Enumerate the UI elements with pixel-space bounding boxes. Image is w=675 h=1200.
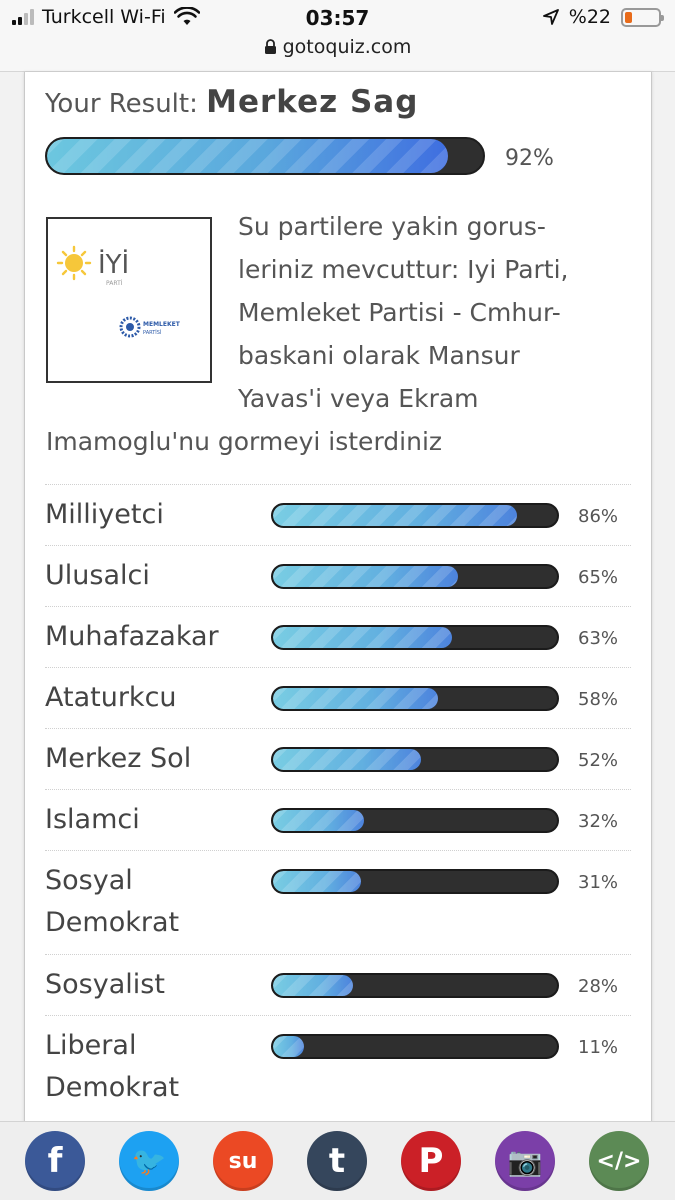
result-progress-bar bbox=[45, 137, 485, 175]
score-row: Liberal Demokrat 11% bbox=[45, 1015, 631, 1119]
status-right: %22 bbox=[542, 6, 664, 28]
score-bar-fill bbox=[273, 871, 362, 892]
score-bar-fill bbox=[273, 505, 518, 526]
score-percent: 86% bbox=[578, 506, 619, 527]
score-bar-fill bbox=[273, 975, 353, 996]
score-bar bbox=[271, 869, 559, 894]
tumblr-share-button[interactable]: t bbox=[307, 1131, 367, 1191]
facebook-share-button[interactable]: f bbox=[25, 1131, 85, 1191]
battery-icon bbox=[621, 7, 664, 27]
memleket-partisi-logo: MEMLEKET PARTİSİ bbox=[119, 316, 181, 338]
score-label: Ulusalci bbox=[45, 560, 150, 591]
score-percent: 52% bbox=[578, 750, 619, 771]
score-percent: 58% bbox=[578, 689, 619, 710]
score-bar-fill bbox=[273, 810, 364, 831]
score-label: Islamci bbox=[45, 804, 140, 835]
score-percent: 63% bbox=[578, 628, 619, 649]
lock-icon bbox=[264, 39, 276, 54]
score-label: Sosyalist bbox=[45, 969, 165, 1000]
score-row: Ataturkcu 58% bbox=[45, 667, 631, 728]
memleket-logo-sub: PARTİSİ bbox=[143, 329, 161, 336]
pinterest-share-button[interactable]: P bbox=[401, 1131, 461, 1191]
score-label: Muhafazakar bbox=[45, 621, 219, 652]
result-card: Your Result: Merkez Sag 92% İYİ PARTİ ME… bbox=[24, 72, 652, 1132]
score-bar bbox=[271, 564, 559, 589]
score-bar bbox=[271, 1034, 559, 1059]
score-bar bbox=[271, 808, 559, 833]
score-bar bbox=[271, 625, 559, 650]
score-row: Ulusalci 65% bbox=[45, 545, 631, 606]
score-label: Sosyal Demokrat bbox=[45, 860, 179, 944]
status-bar: Turkcell Wi-Fi 03:57 %22 gotoquiz.com bbox=[0, 0, 675, 72]
score-label-line: Sosyal bbox=[45, 865, 133, 896]
description-line: Memleket Partisi - Cmhur- bbox=[238, 298, 561, 327]
url-text: gotoquiz.com bbox=[282, 36, 412, 58]
score-row: Islamci 32% bbox=[45, 789, 631, 850]
embed-share-button[interactable]: </> bbox=[589, 1131, 649, 1191]
description-line: Imamoglu'nu gormeyi isterdiniz bbox=[46, 427, 443, 456]
score-label-line: Demokrat bbox=[45, 1072, 180, 1103]
result-percent: 92% bbox=[505, 146, 554, 171]
score-percent: 31% bbox=[578, 872, 619, 893]
result-name: Merkez Sag bbox=[206, 84, 419, 120]
description-line: baskani olarak Mansur bbox=[238, 341, 520, 370]
description-line: Su partilere yakin gorus- bbox=[238, 212, 546, 241]
twitter-share-button[interactable]: 🐦 bbox=[119, 1131, 179, 1191]
memleket-logo-text: MEMLEKET bbox=[143, 321, 181, 328]
pinterest-icon: P bbox=[418, 1141, 444, 1181]
score-bar bbox=[271, 503, 559, 528]
twitter-icon: 🐦 bbox=[131, 1144, 167, 1178]
stumbleupon-icon: su bbox=[228, 1148, 258, 1174]
score-bar-fill bbox=[273, 566, 458, 587]
stumbleupon-share-button[interactable]: su bbox=[213, 1131, 273, 1191]
result-progress-fill bbox=[47, 139, 449, 173]
score-percent: 11% bbox=[578, 1037, 619, 1058]
score-label-line: Liberal bbox=[45, 1030, 137, 1061]
tumblr-icon: t bbox=[328, 1141, 346, 1181]
score-percent: 65% bbox=[578, 567, 619, 588]
score-bar-fill bbox=[273, 1036, 305, 1057]
score-percent: 28% bbox=[578, 976, 619, 997]
party-logos: İYİ PARTİ MEMLEKET PARTİSİ bbox=[56, 245, 181, 338]
description-line: Yavas'i veya Ekram bbox=[238, 384, 479, 413]
facebook-icon: f bbox=[47, 1141, 63, 1181]
iyi-logo-text: İYİ bbox=[98, 248, 129, 280]
camera-icon: 📷 bbox=[507, 1144, 543, 1178]
score-list: Milliyetci 86% Ulusalci 65% Muhafazakar 63% At… bbox=[45, 484, 631, 1119]
score-row: Muhafazakar 63% bbox=[45, 606, 631, 667]
score-percent: 32% bbox=[578, 811, 619, 832]
score-label: Milliyetci bbox=[45, 499, 164, 530]
party-logos-image: İYİ PARTİ MEMLEKET PARTİSİ bbox=[46, 217, 212, 383]
share-bar: f 🐦 su t P 📷 </> bbox=[0, 1121, 675, 1200]
score-bar bbox=[271, 686, 559, 711]
description-line: leriniz mevcuttur: Iyi Parti, bbox=[238, 255, 569, 284]
screenshot-share-button[interactable]: 📷 bbox=[495, 1131, 555, 1191]
score-label-line: Demokrat bbox=[45, 907, 180, 938]
score-bar-fill bbox=[273, 749, 421, 770]
iyi-parti-logo: İYİ PARTİ bbox=[56, 245, 129, 287]
score-label: Merkez Sol bbox=[45, 743, 192, 774]
score-row: Sosyalist 28% bbox=[45, 954, 631, 1015]
score-bar-fill bbox=[273, 688, 438, 709]
battery-label: %22 bbox=[568, 6, 611, 28]
score-bar bbox=[271, 747, 559, 772]
score-row: Sosyal Demokrat 31% bbox=[45, 850, 631, 954]
score-row: Merkez Sol 52% bbox=[45, 728, 631, 789]
result-prefix: Your Result: bbox=[45, 89, 198, 119]
score-label: Liberal Demokrat bbox=[45, 1025, 179, 1109]
iyi-logo-sub: PARTİ bbox=[106, 280, 123, 287]
code-icon: </> bbox=[596, 1148, 642, 1174]
score-bar-fill bbox=[273, 627, 452, 648]
score-row: Milliyetci 86% bbox=[45, 484, 631, 545]
url-bar[interactable]: gotoquiz.com bbox=[0, 36, 675, 58]
result-title: Your Result: Merkez Sag bbox=[45, 84, 418, 120]
score-bar bbox=[271, 973, 559, 998]
location-arrow-icon bbox=[542, 9, 559, 25]
score-label: Ataturkcu bbox=[45, 682, 177, 713]
